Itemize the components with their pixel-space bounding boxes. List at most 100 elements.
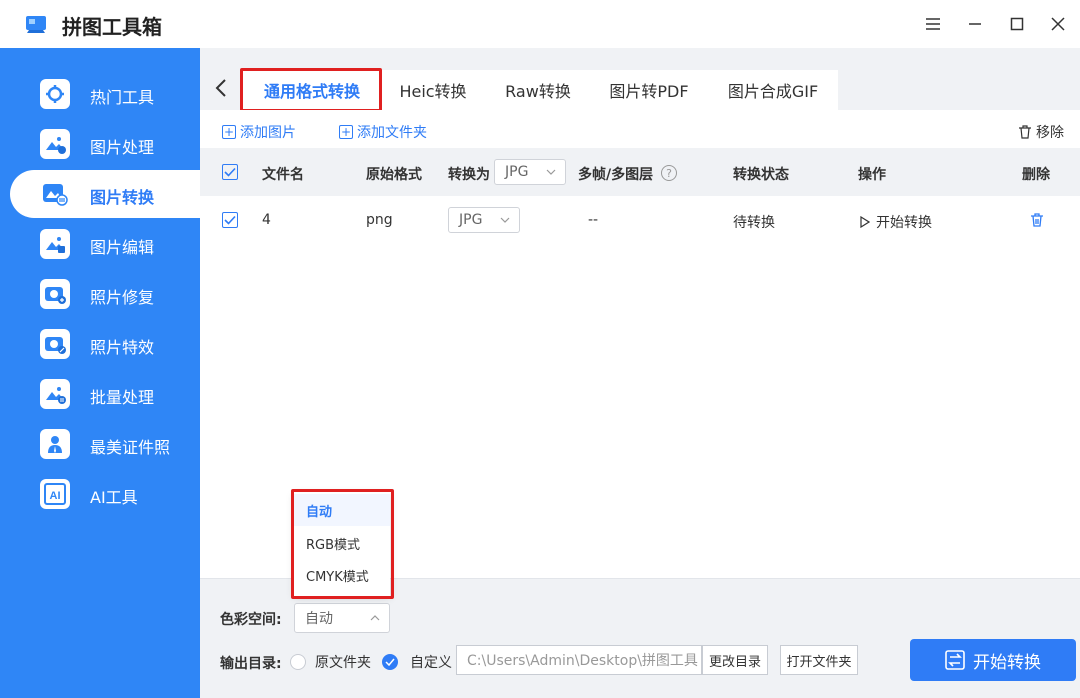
maximize-button[interactable] bbox=[1007, 14, 1027, 34]
radio-custom-folder[interactable] bbox=[382, 654, 398, 670]
row-checkbox[interactable] bbox=[222, 212, 238, 228]
sidebar-item-image-process[interactable]: 图片处理 bbox=[10, 120, 200, 168]
close-button[interactable] bbox=[1048, 14, 1068, 34]
sidebar-item-id-photo[interactable]: 最美证件照 bbox=[10, 420, 200, 468]
minimize-button[interactable] bbox=[965, 14, 985, 34]
header-action: 操作 bbox=[858, 167, 886, 183]
app-title: 拼图工具箱 bbox=[62, 15, 162, 39]
tab-general-format[interactable]: 通用格式转换 bbox=[244, 70, 380, 110]
color-space-option-cmyk[interactable]: CMYK模式 bbox=[294, 559, 390, 591]
back-button[interactable] bbox=[214, 78, 230, 98]
photo-repair-icon bbox=[40, 279, 70, 309]
select-all-checkbox[interactable] bbox=[222, 164, 238, 180]
row-target-format-select[interactable]: JPG bbox=[448, 207, 520, 233]
image-convert-icon bbox=[40, 179, 70, 209]
sidebar-item-label: AI工具 bbox=[90, 488, 138, 507]
sidebar-item-photo-repair[interactable]: 照片修复 bbox=[10, 270, 200, 318]
hot-tools-icon bbox=[40, 79, 70, 109]
output-path-input[interactable]: C:\Users\Admin\Desktop\拼图工具 bbox=[456, 645, 702, 675]
close-icon bbox=[1051, 17, 1065, 31]
id-photo-icon bbox=[40, 429, 70, 459]
color-space-select[interactable]: 自动 bbox=[294, 603, 390, 633]
sidebar-item-photo-effect[interactable]: 照片特效 bbox=[10, 320, 200, 368]
table-row: 4 png JPG -- 待转换 开始转换 bbox=[200, 196, 1080, 244]
change-dir-button[interactable]: 更改目录 bbox=[702, 645, 768, 675]
convert-to-all-value: JPG bbox=[505, 164, 529, 180]
check-icon bbox=[224, 215, 236, 225]
tab-image-to-pdf[interactable]: 图片转PDF bbox=[598, 70, 700, 110]
sidebar-item-hot-tools[interactable]: 热门工具 bbox=[10, 70, 200, 118]
add-image-label: 添加图片 bbox=[240, 125, 296, 141]
folder-plus-icon: + bbox=[339, 125, 353, 139]
header-multiframe: 多帧/多图层 bbox=[578, 167, 654, 183]
header-status: 转换状态 bbox=[733, 167, 789, 183]
start-convert-label: 开始转换 bbox=[973, 652, 1041, 673]
sidebar-item-batch-process[interactable]: 批量处理 bbox=[10, 370, 200, 418]
sidebar-item-image-edit[interactable]: 图片编辑 bbox=[10, 220, 200, 268]
remove-label: 移除 bbox=[1036, 125, 1064, 141]
svg-text:AI: AI bbox=[50, 490, 61, 502]
cell-original-format: png bbox=[366, 212, 393, 228]
color-space-label: 色彩空间: bbox=[220, 612, 282, 628]
header-convert-to: 转换为 bbox=[448, 167, 490, 183]
photo-effect-icon bbox=[40, 329, 70, 359]
row-action-label: 开始转换 bbox=[876, 215, 932, 231]
color-space-option-auto[interactable]: 自动 bbox=[294, 494, 390, 526]
row-delete-button[interactable] bbox=[1029, 212, 1045, 232]
app-logo-icon bbox=[26, 16, 46, 33]
chevron-left-icon bbox=[215, 79, 226, 97]
open-folder-button[interactable]: 打开文件夹 bbox=[780, 645, 858, 675]
cell-filename: 4 bbox=[262, 212, 271, 228]
sidebar-item-label: 图片转换 bbox=[90, 188, 155, 207]
help-icon[interactable]: ? bbox=[661, 165, 677, 181]
bottom-bar: 色彩空间: 自动 输出目录: 原文件夹 自定义 C:\Users\Admin\D… bbox=[200, 578, 1080, 698]
color-space-dropdown: 自动 RGB模式 CMYK模式 bbox=[294, 492, 390, 596]
title-bar: 拼图工具箱 bbox=[0, 0, 1080, 48]
add-folder-button[interactable]: + 添加文件夹 bbox=[339, 122, 427, 142]
tab-heic[interactable]: Heic转换 bbox=[388, 70, 478, 110]
check-icon bbox=[385, 658, 395, 666]
batch-process-icon bbox=[40, 379, 70, 409]
original-folder-label: 原文件夹 bbox=[315, 655, 371, 671]
image-process-icon bbox=[40, 129, 70, 159]
add-image-button[interactable]: + 添加图片 bbox=[222, 122, 296, 142]
minimize-icon bbox=[969, 23, 981, 25]
sidebar-item-label: 热门工具 bbox=[90, 88, 155, 107]
chevron-down-icon bbox=[546, 169, 556, 175]
tab-image-to-gif[interactable]: 图片合成GIF bbox=[718, 70, 828, 110]
radio-original-folder[interactable] bbox=[290, 654, 306, 670]
hamburger-icon bbox=[926, 18, 940, 30]
sidebar-item-image-convert[interactable]: 图片转换 bbox=[10, 170, 200, 218]
cell-multiframe: -- bbox=[588, 212, 599, 228]
remove-button[interactable]: 移除 bbox=[1018, 122, 1064, 142]
chevron-down-icon bbox=[500, 217, 510, 223]
convert-to-all-select[interactable]: JPG bbox=[494, 159, 566, 185]
sidebar-item-ai-tools[interactable]: AI AI工具 bbox=[10, 470, 200, 518]
table-header: 文件名 原始格式 转换为 JPG 多帧/多图层 ? 转换状态 操作 删除 bbox=[200, 148, 1080, 196]
sidebar-item-label: 批量处理 bbox=[90, 388, 155, 407]
sidebar: 热门工具 图片处理 图片转换 图片编辑 照片修复 照片特效 批量处理 最美证件照… bbox=[0, 48, 200, 698]
sidebar-item-label: 图片编辑 bbox=[90, 238, 155, 257]
cell-status: 待转换 bbox=[733, 215, 775, 231]
tab-raw[interactable]: Raw转换 bbox=[490, 70, 586, 110]
row-start-convert-button[interactable]: 开始转换 bbox=[860, 212, 932, 232]
header-original-format: 原始格式 bbox=[366, 167, 422, 183]
start-convert-button[interactable]: 开始转换 bbox=[910, 639, 1076, 681]
chevron-up-icon bbox=[370, 615, 380, 621]
convert-icon bbox=[945, 650, 965, 670]
main-content: 通用格式转换 Heic转换 Raw转换 图片转PDF 图片合成GIF + 添加图… bbox=[200, 48, 1080, 698]
output-dir-label: 输出目录: bbox=[220, 656, 282, 672]
sidebar-item-label: 照片特效 bbox=[90, 338, 155, 357]
color-space-option-rgb[interactable]: RGB模式 bbox=[294, 527, 390, 559]
sidebar-item-label: 最美证件照 bbox=[90, 438, 171, 457]
play-icon bbox=[860, 216, 870, 228]
plus-icon: + bbox=[222, 125, 236, 139]
color-space-value: 自动 bbox=[305, 611, 333, 627]
maximize-icon bbox=[1010, 17, 1024, 31]
sidebar-item-label: 照片修复 bbox=[90, 288, 155, 307]
sidebar-item-label: 图片处理 bbox=[90, 138, 155, 157]
menu-button[interactable] bbox=[923, 14, 943, 34]
ai-tools-icon: AI bbox=[40, 479, 70, 509]
header-delete: 删除 bbox=[1022, 167, 1050, 183]
custom-folder-label: 自定义 bbox=[410, 655, 452, 671]
